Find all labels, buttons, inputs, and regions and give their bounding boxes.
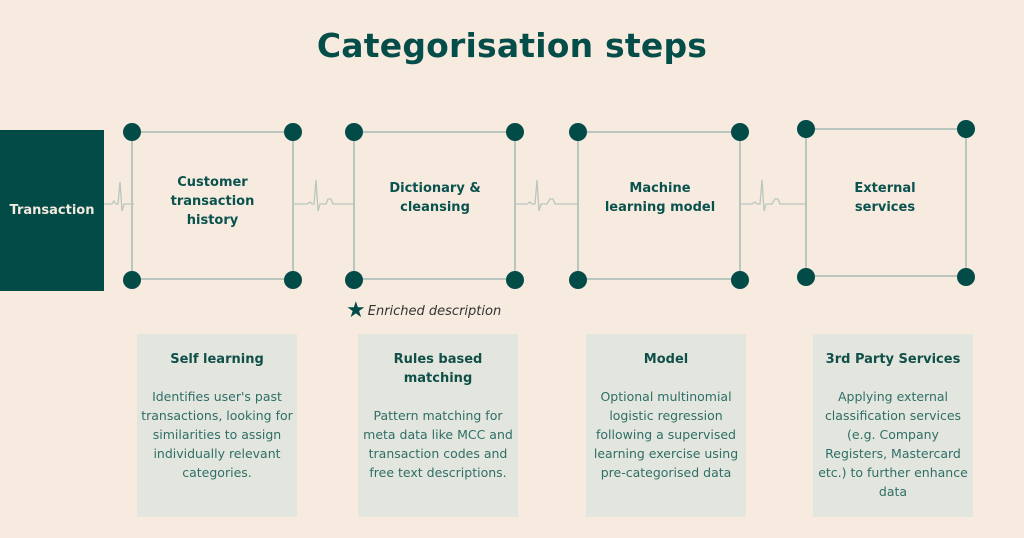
annotation-text: Enriched description — [367, 303, 502, 319]
corner-dot — [957, 120, 975, 138]
corner-dot — [569, 271, 587, 289]
enriched-description-annotation: ★ Enriched description — [346, 300, 501, 322]
pulse-connector-3 — [515, 179, 579, 212]
corner-dot — [957, 268, 975, 286]
step-label-4: External services — [854, 181, 916, 215]
pulse-connector-4 — [740, 179, 807, 212]
card-body: Identifies user's past transactions, loo… — [141, 389, 293, 480]
card-title: 3rd Party Services — [825, 352, 961, 367]
corner-dot — [797, 120, 815, 138]
card-title: Rules based matching — [393, 352, 483, 386]
info-card-4: 3rd Party Services Applying external cla… — [813, 334, 973, 517]
card-body: Optional multinomial logistic regression… — [593, 389, 739, 480]
info-card-1: Self learning Identifies user's past tra… — [137, 334, 297, 517]
step-label-3: Machine learning model — [604, 181, 716, 215]
pulse-connector-2 — [293, 179, 355, 212]
corner-dot — [506, 123, 524, 141]
corner-dot — [731, 271, 749, 289]
transaction-label: Transaction — [9, 203, 95, 218]
card-body: Applying external classification service… — [818, 389, 968, 499]
corner-dot — [284, 271, 302, 289]
info-card-3: Model Optional multinomial logistic regr… — [586, 334, 746, 517]
corner-dot — [123, 123, 141, 141]
step-label-1: Customer transaction history — [170, 174, 255, 228]
card-body: Pattern matching for meta data like MCC … — [363, 408, 513, 480]
step-label-2: Dictionary & cleansing — [389, 181, 481, 215]
page-title: Categorisation steps — [316, 26, 708, 65]
corner-dot — [506, 271, 524, 289]
pulse-connector-1 — [104, 181, 134, 212]
corner-dot — [731, 123, 749, 141]
corner-dot — [123, 271, 141, 289]
corner-dot — [345, 123, 363, 141]
corner-dot — [284, 123, 302, 141]
star-icon: ★ — [346, 298, 366, 323]
info-card-2: Rules based matching Pattern matching fo… — [358, 334, 518, 517]
corner-dot — [797, 268, 815, 286]
card-title: Model — [643, 352, 689, 367]
card-title: Self learning — [170, 352, 264, 367]
corner-dot — [345, 271, 363, 289]
corner-dot — [569, 123, 587, 141]
transaction-node: Transaction — [0, 130, 104, 291]
